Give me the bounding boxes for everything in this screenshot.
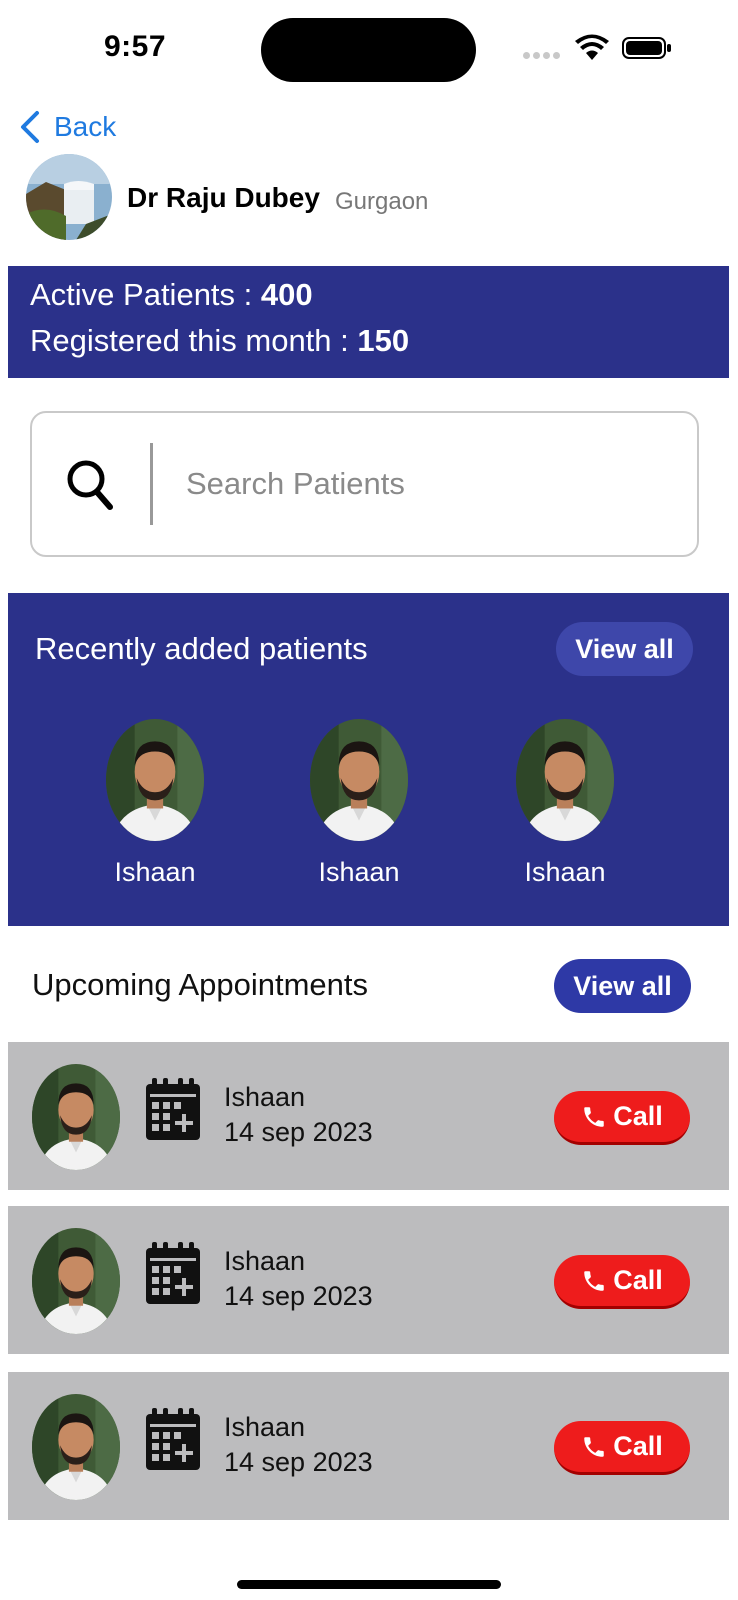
dynamic-island xyxy=(261,18,476,82)
patient-avatar xyxy=(32,1228,120,1334)
appointment-date: 14 sep 2023 xyxy=(224,1447,373,1477)
search-icon xyxy=(67,460,113,510)
phone-icon xyxy=(581,1104,607,1130)
appointment-patient-name: Ishaan xyxy=(224,1082,306,1112)
patient-avatar xyxy=(32,1394,120,1500)
patient-name: Ishaan xyxy=(318,857,400,887)
registered-month-label: Registered this month : xyxy=(30,323,358,358)
recent-patient-card[interactable]: Ishaan xyxy=(100,719,210,888)
appointment-card: Ishaan 14 sep 2023 Call xyxy=(8,1042,729,1190)
patient-avatar xyxy=(32,1064,120,1170)
patient-avatar xyxy=(106,719,204,841)
calendar-add-icon xyxy=(144,1406,202,1472)
search-divider xyxy=(150,443,153,525)
home-indicator[interactable] xyxy=(237,1580,501,1589)
appointment-date: 14 sep 2023 xyxy=(224,1281,373,1311)
doctor-avatar xyxy=(26,154,112,240)
search-input[interactable] xyxy=(186,449,666,519)
call-label: Call xyxy=(613,1101,663,1131)
battery-icon xyxy=(622,37,671,59)
patient-avatar xyxy=(516,719,614,841)
calendar-add-icon xyxy=(144,1076,202,1142)
doctor-name: Dr Raju Dubey xyxy=(127,182,320,213)
appointment-patient-name: Ishaan xyxy=(224,1412,306,1442)
active-patients-label: Active Patients : xyxy=(30,277,261,312)
appointment-patient-name: Ishaan xyxy=(224,1246,306,1276)
calendar-add-icon xyxy=(144,1240,202,1306)
wifi-icon xyxy=(575,34,609,60)
call-label: Call xyxy=(613,1265,663,1295)
recent-view-all-button[interactable]: View all xyxy=(556,622,693,676)
appointment-date: 14 sep 2023 xyxy=(224,1117,373,1147)
call-button[interactable]: Call xyxy=(554,1255,690,1309)
registered-month-row: Registered this month : 150 xyxy=(30,318,729,364)
active-patients-value: 400 xyxy=(260,277,313,312)
status-time: 9:57 xyxy=(104,30,167,63)
appointment-card: Ishaan 14 sep 2023 Call xyxy=(8,1206,729,1354)
recent-patient-card[interactable]: Ishaan xyxy=(304,719,414,888)
upcoming-appointments-title: Upcoming Appointments xyxy=(32,967,369,1002)
patient-name: Ishaan xyxy=(524,857,606,887)
back-label: Back xyxy=(54,111,117,142)
back-button[interactable]: Back xyxy=(18,110,116,144)
cellular-signal-icon xyxy=(523,52,560,59)
search-box[interactable] xyxy=(30,411,699,557)
phone-icon xyxy=(581,1434,607,1460)
recent-patients-title: Recently added patients xyxy=(35,631,368,666)
phone-icon xyxy=(581,1268,607,1294)
patient-avatar xyxy=(310,719,408,841)
appointment-card: Ishaan 14 sep 2023 Call xyxy=(8,1372,729,1520)
call-button[interactable]: Call xyxy=(554,1091,690,1145)
doctor-city: Gurgaon xyxy=(335,188,429,215)
recent-patient-card[interactable]: Ishaan xyxy=(510,719,620,888)
registered-month-value: 150 xyxy=(357,323,410,358)
patient-name: Ishaan xyxy=(114,857,196,887)
call-label: Call xyxy=(613,1431,663,1461)
call-button[interactable]: Call xyxy=(554,1421,690,1475)
stats-panel: Active Patients : 400 Registered this mo… xyxy=(8,266,729,378)
upcoming-view-all-button[interactable]: View all xyxy=(554,959,691,1013)
recent-patients-section: Recently added patients View all Ishaan … xyxy=(8,593,729,926)
chevron-left-icon xyxy=(21,111,39,143)
active-patients-row: Active Patients : 400 xyxy=(30,272,729,318)
